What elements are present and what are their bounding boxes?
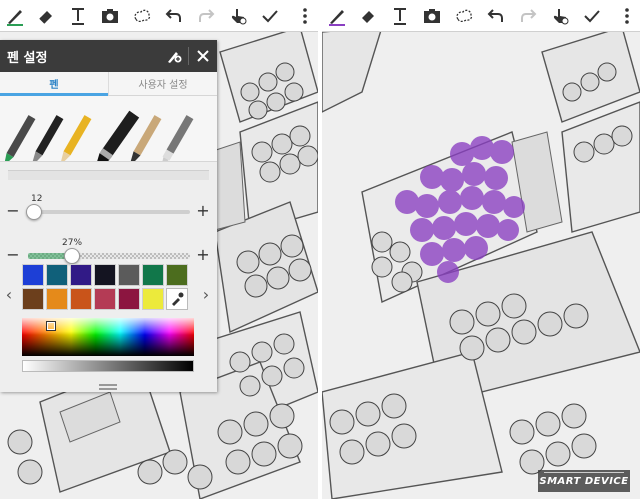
panel-tabs: 펜 사용자 설정 xyxy=(0,72,217,96)
panel-resize-handle[interactable] xyxy=(99,384,117,390)
color-swatch[interactable] xyxy=(46,288,68,310)
color-swatch[interactable] xyxy=(94,264,116,286)
eyedropper-icon xyxy=(172,292,184,306)
image-tool-button[interactable] xyxy=(416,0,448,32)
grayscale-bar[interactable] xyxy=(22,360,194,372)
color-swatch[interactable] xyxy=(22,288,44,310)
done-icon xyxy=(584,9,600,22)
image-icon xyxy=(102,8,118,23)
redo-button[interactable] xyxy=(190,0,222,32)
more-options-button[interactable] xyxy=(292,0,318,32)
opacity-increase-button[interactable]: + xyxy=(196,247,210,263)
color-spectrum[interactable] xyxy=(22,318,194,356)
undo-button[interactable] xyxy=(158,0,190,32)
done-button[interactable] xyxy=(576,0,608,32)
right-screen xyxy=(322,0,640,499)
color-swatch[interactable] xyxy=(142,288,164,310)
text-tool-button[interactable] xyxy=(384,0,416,32)
palette-prev-button[interactable]: ‹ xyxy=(3,284,15,304)
watermark-logo: SMART DEVICE xyxy=(538,470,630,492)
watermark-line xyxy=(544,472,624,473)
more-icon xyxy=(625,7,629,24)
panel-title: 펜 설정 xyxy=(7,50,48,66)
lasso-icon xyxy=(456,9,473,22)
left-screen: 펜 설정 펜 사용자 설정 12 − + 27% − + ‹ › xyxy=(0,0,318,499)
add-pen-preset-icon xyxy=(168,52,182,63)
color-swatch[interactable] xyxy=(70,264,92,286)
undo-icon xyxy=(165,8,181,22)
sketch-canvas-drawn[interactable] xyxy=(322,32,640,499)
undo-icon xyxy=(487,8,503,22)
lasso-tool-button[interactable] xyxy=(126,0,158,32)
opacity-value: 27% xyxy=(62,238,83,248)
color-swatch[interactable] xyxy=(46,264,68,286)
lasso-tool-button[interactable] xyxy=(448,0,480,32)
touch-mode-button[interactable] xyxy=(544,0,576,32)
text-icon xyxy=(72,7,84,25)
touch-icon xyxy=(231,8,247,24)
text-tool-button[interactable] xyxy=(62,0,94,32)
touch-mode-button[interactable] xyxy=(222,0,254,32)
panel-header: 펜 설정 xyxy=(0,40,217,72)
palette-next-button[interactable]: › xyxy=(200,284,212,304)
close-panel-button[interactable] xyxy=(189,40,217,72)
redo-icon xyxy=(521,8,537,22)
size-increase-button[interactable]: + xyxy=(196,203,210,219)
color-swatch[interactable] xyxy=(70,288,92,310)
touch-icon xyxy=(553,8,569,24)
text-icon xyxy=(394,7,406,25)
eraser-tool-button[interactable] xyxy=(30,0,62,32)
color-swatch[interactable] xyxy=(118,264,140,286)
toolbar-right xyxy=(322,0,640,32)
image-icon xyxy=(424,8,440,23)
size-value: 12 xyxy=(31,194,43,204)
size-slider[interactable] xyxy=(26,204,190,220)
color-swatch[interactable] xyxy=(166,264,188,286)
redo-button[interactable] xyxy=(512,0,544,32)
eyedropper-button[interactable] xyxy=(166,288,188,310)
eraser-icon xyxy=(39,10,52,24)
watermark-text: SMART DEVICE xyxy=(539,475,629,487)
color-swatch[interactable] xyxy=(142,264,164,286)
pen-icon xyxy=(329,9,345,26)
done-button[interactable] xyxy=(254,0,286,32)
size-decrease-button[interactable]: − xyxy=(6,203,20,219)
image-tool-button[interactable] xyxy=(94,0,126,32)
pen-settings-panel: 펜 설정 펜 사용자 설정 12 − + 27% − + ‹ › xyxy=(0,40,217,392)
pen-type-selector xyxy=(0,96,217,162)
opacity-decrease-button[interactable]: − xyxy=(6,247,20,263)
size-slider-thumb[interactable] xyxy=(26,204,43,220)
add-preset-button[interactable] xyxy=(160,40,188,72)
lasso-icon xyxy=(134,9,151,22)
color-swatch[interactable] xyxy=(22,264,44,286)
close-icon xyxy=(197,50,209,62)
color-swatch[interactable] xyxy=(118,288,140,310)
redo-icon xyxy=(199,8,215,22)
toolbar xyxy=(0,0,318,32)
opacity-slider[interactable] xyxy=(28,248,190,264)
size-slider-row: 12 − + xyxy=(0,194,217,228)
undo-button[interactable] xyxy=(480,0,512,32)
more-icon xyxy=(303,7,307,24)
tab-user-settings[interactable]: 사용자 설정 xyxy=(108,72,217,95)
eraser-icon xyxy=(362,10,374,23)
pen-tool-button[interactable] xyxy=(322,0,352,32)
more-options-button[interactable] xyxy=(614,0,640,32)
eraser-tool-button[interactable] xyxy=(352,0,384,32)
tab-pen[interactable]: 펜 xyxy=(0,72,108,96)
color-palette: ‹ › xyxy=(0,262,217,382)
color-swatches xyxy=(22,264,194,310)
done-icon xyxy=(262,9,278,22)
stroke-preview xyxy=(8,170,209,180)
pen-icon xyxy=(7,9,23,26)
spectrum-cursor[interactable] xyxy=(46,321,56,331)
color-swatch[interactable] xyxy=(94,288,116,310)
pen-tool-button[interactable] xyxy=(0,0,30,32)
